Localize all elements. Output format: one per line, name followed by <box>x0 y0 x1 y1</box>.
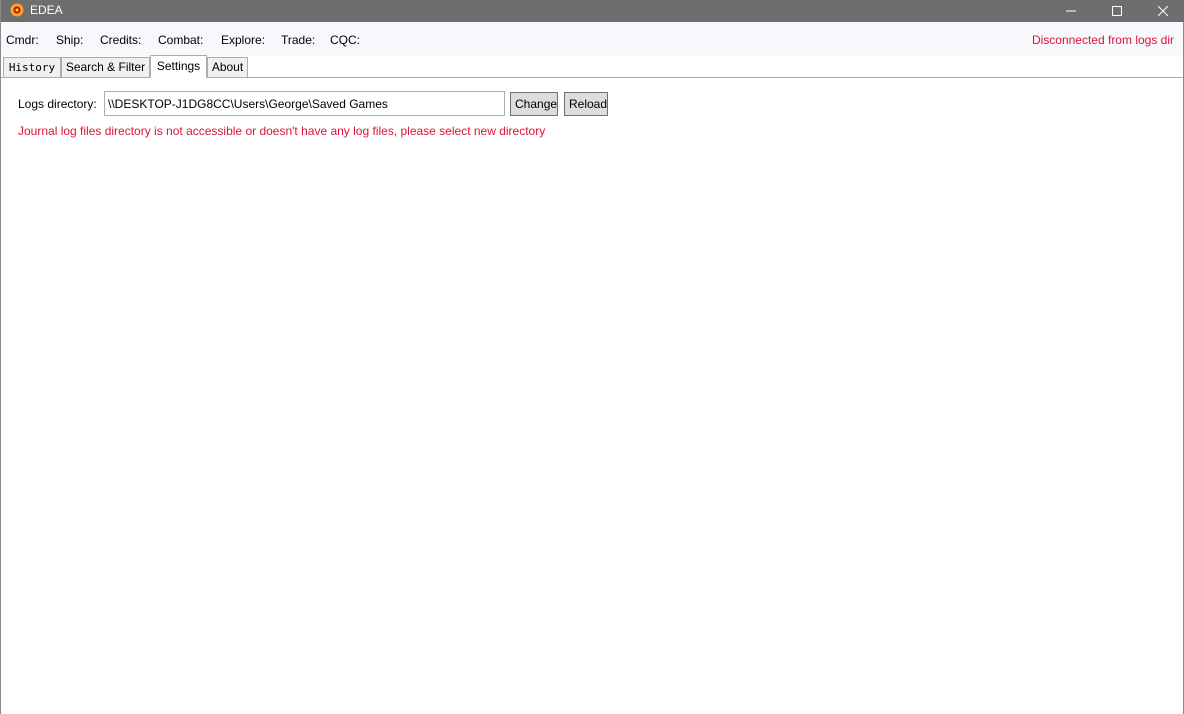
settings-panel: Logs directory: Change Reload Journal lo… <box>1 77 1183 714</box>
tab-settings[interactable]: Settings <box>150 55 207 78</box>
logs-directory-label: Logs directory: <box>18 97 97 111</box>
tab-strip: History Search & Filter Settings About <box>1 55 1183 78</box>
stat-cqc: CQC: <box>330 33 360 47</box>
tab-about[interactable]: About <box>207 57 248 78</box>
app-window: EDEA Cmdr: Ship: Credits: Combat: Explor… <box>0 0 1184 714</box>
stat-ship: Ship: <box>56 33 84 47</box>
minimize-icon <box>1066 10 1076 12</box>
tab-history[interactable]: History <box>3 57 61 78</box>
tab-search-filter[interactable]: Search & Filter <box>61 57 150 78</box>
stat-combat: Combat: <box>158 33 204 47</box>
change-button[interactable]: Change <box>510 92 558 116</box>
connection-status: Disconnected from logs dir <box>1031 33 1174 47</box>
title-bar[interactable]: EDEA <box>1 0 1184 22</box>
maximize-button[interactable] <box>1094 0 1140 22</box>
minimize-button[interactable] <box>1048 0 1094 22</box>
stat-credits: Credits: <box>100 33 142 47</box>
close-icon <box>1158 6 1168 16</box>
stat-explore: Explore: <box>221 33 266 47</box>
stat-cmdr: Cmdr: <box>6 33 39 47</box>
commander-stats-bar: Cmdr: Ship: Credits: Combat: Explore: Tr… <box>1 22 1183 56</box>
error-message: Journal log files directory is not acces… <box>18 124 546 138</box>
stat-trade: Trade: <box>281 33 316 47</box>
logs-directory-input[interactable] <box>104 91 505 116</box>
window-title: EDEA <box>30 3 63 17</box>
app-logo-icon <box>10 3 24 17</box>
close-button[interactable] <box>1140 0 1184 22</box>
reload-button[interactable]: Reload <box>564 92 608 116</box>
maximize-icon <box>1112 6 1122 16</box>
